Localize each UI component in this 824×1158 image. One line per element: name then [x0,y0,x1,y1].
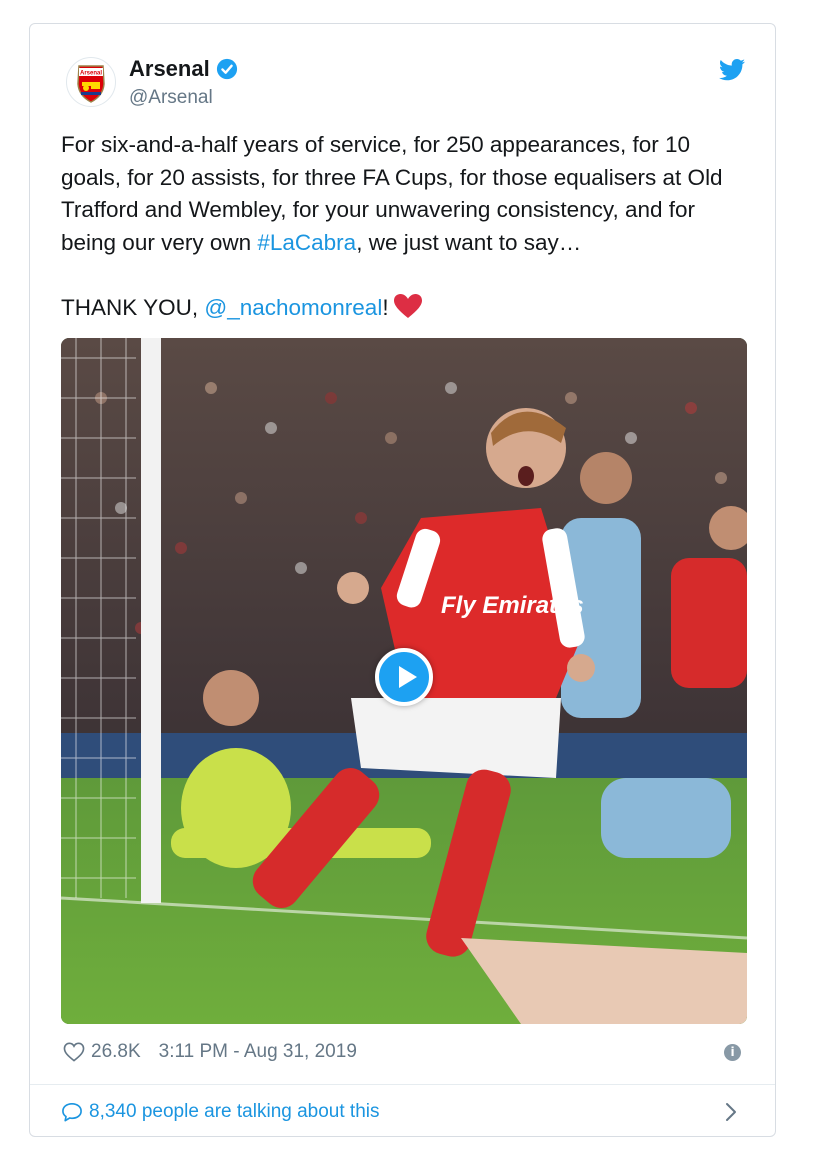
account-handle[interactable]: @Arsenal [129,87,213,109]
mention-link[interactable]: @_nachomonreal [204,295,382,320]
hashtag-link[interactable]: #LaCabra [257,230,356,255]
tweet-card: Arsenal Arsenal @Arsenal For six-and-a-h… [29,23,776,1137]
speech-bubble-icon [62,1103,82,1122]
svg-text:Arsenal: Arsenal [80,71,102,77]
play-icon[interactable] [375,648,433,706]
chevron-right-icon[interactable] [725,1102,737,1122]
twitter-bird-icon[interactable] [719,59,745,81]
avatar[interactable]: Arsenal [66,57,116,107]
conversation-link[interactable]: 8,340 people are talking about this [61,1101,380,1123]
verified-badge-icon [216,58,237,80]
tweet-text-part3: ! [382,294,389,320]
account-name[interactable]: Arsenal [129,56,238,82]
red-heart-emoji-icon [393,293,422,318]
conversation-count[interactable]: 8,340 people are talking about this [89,1101,380,1123]
heart-like-icon[interactable] [63,1042,85,1062]
tweet-meta: 26.8K 3:11 PM - Aug 31, 2019 [63,1041,357,1063]
account-name-text[interactable]: Arsenal [129,56,210,82]
svg-text:Fly Emirates: Fly Emirates [441,592,584,619]
tweet-timestamp[interactable]: 3:11 PM - Aug 31, 2019 [159,1041,357,1063]
footer-divider [30,1084,775,1085]
like-count[interactable]: 26.8K [91,1041,141,1063]
info-icon[interactable]: i [724,1044,741,1061]
arsenal-crest-logo: Arsenal [77,65,105,103]
tweet-text: For six-and-a-half years of service, for… [61,129,751,324]
video-thumbnail[interactable]: Fly Emirates [61,338,747,1024]
